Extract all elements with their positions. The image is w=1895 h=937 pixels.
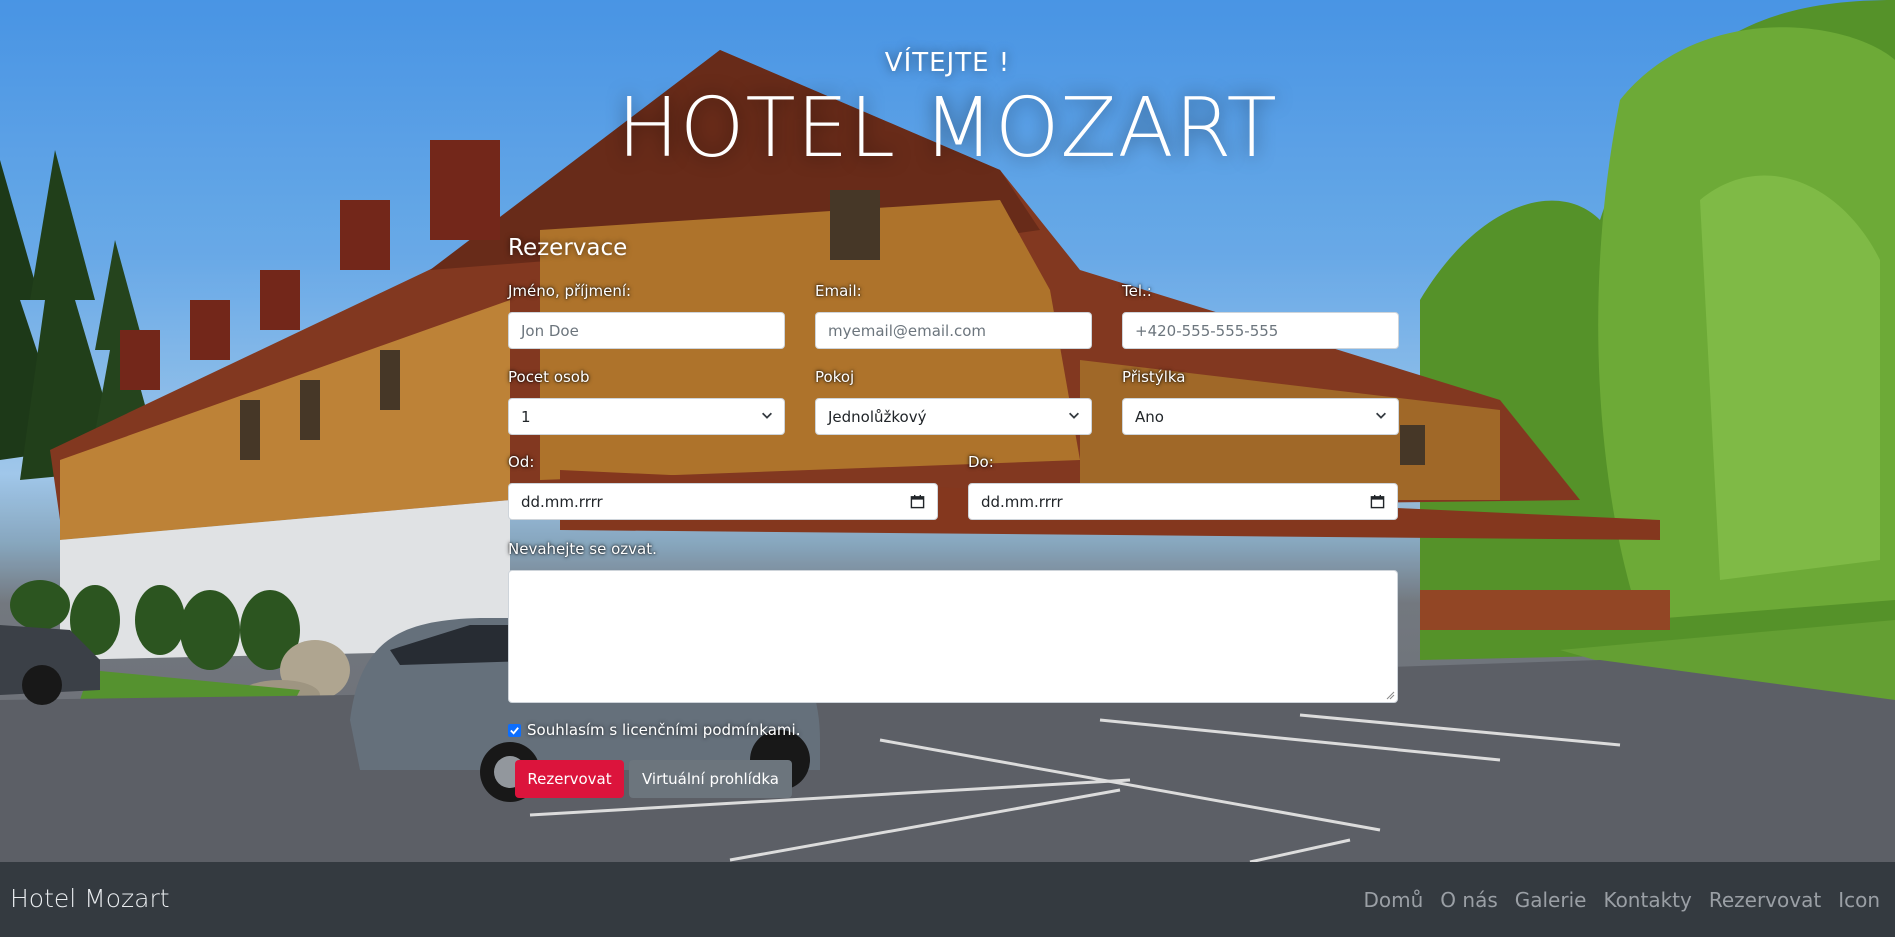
chevron-down-icon bbox=[1376, 412, 1386, 419]
email-placeholder: myemail@email.com bbox=[828, 321, 987, 340]
name-label: Jméno, příjmení: bbox=[508, 282, 632, 300]
email-label: Email: bbox=[815, 282, 862, 300]
from-date-placeholder: dd.mm.rrrr bbox=[521, 492, 603, 511]
name-placeholder: Jon Doe bbox=[521, 321, 579, 340]
nav-link-gallery[interactable]: Galerie bbox=[1515, 888, 1587, 912]
extrabed-label: Přistýlka bbox=[1122, 368, 1186, 386]
nav-link-reserve[interactable]: Rezervovat bbox=[1709, 888, 1821, 912]
chevron-down-icon bbox=[1069, 412, 1079, 419]
to-date-input[interactable]: dd.mm.rrrr bbox=[968, 483, 1398, 520]
reserve-button[interactable]: Rezervovat bbox=[515, 760, 624, 798]
name-input[interactable]: Jon Doe bbox=[508, 312, 785, 349]
chevron-down-icon bbox=[762, 412, 772, 419]
room-select[interactable]: Jednolůžkový bbox=[815, 398, 1092, 435]
from-date-input[interactable]: dd.mm.rrrr bbox=[508, 483, 938, 520]
footer-navbar: Hotel Mozart Domů O nás Galerie Kontakty… bbox=[0, 862, 1895, 937]
persons-value: 1 bbox=[521, 407, 531, 426]
consent-label: Souhlasím s licenčními podmínkami. bbox=[527, 721, 801, 739]
email-input[interactable]: myemail@email.com bbox=[815, 312, 1092, 349]
to-date-placeholder: dd.mm.rrrr bbox=[981, 492, 1063, 511]
room-label: Pokoj bbox=[815, 368, 855, 386]
virtual-tour-button[interactable]: Virtuální prohlídka bbox=[629, 760, 792, 798]
to-date-label: Do: bbox=[968, 453, 994, 471]
resize-grip-icon[interactable] bbox=[1385, 690, 1395, 700]
consent-checkbox[interactable] bbox=[508, 724, 521, 737]
phone-placeholder: +420-555-555-555 bbox=[1135, 321, 1279, 340]
from-date-label: Od: bbox=[508, 453, 535, 471]
nav-link-home[interactable]: Domů bbox=[1364, 888, 1424, 912]
navbar-links: Domů O nás Galerie Kontakty Rezervovat I… bbox=[1364, 888, 1881, 912]
message-label: Nevahejte se ozvat. bbox=[508, 540, 657, 558]
calendar-icon[interactable] bbox=[1370, 494, 1385, 509]
reservation-form-title: Rezervace bbox=[508, 235, 628, 261]
nav-link-contacts[interactable]: Kontakty bbox=[1603, 888, 1691, 912]
extrabed-value: Ano bbox=[1135, 407, 1164, 426]
hotel-title: HOTEL MOZART bbox=[617, 81, 1278, 176]
nav-link-about[interactable]: O nás bbox=[1440, 888, 1497, 912]
message-textarea[interactable] bbox=[508, 570, 1398, 703]
persons-label: Pocet osob bbox=[508, 368, 590, 386]
calendar-icon[interactable] bbox=[910, 494, 925, 509]
extrabed-select[interactable]: Ano bbox=[1122, 398, 1399, 435]
hero-section: VÍTEJTE ! HOTEL MOZART Rezervace Jméno, … bbox=[0, 0, 1895, 862]
checkmark-icon bbox=[510, 727, 519, 735]
phone-input[interactable]: +420-555-555-555 bbox=[1122, 312, 1399, 349]
welcome-heading: VÍTEJTE ! bbox=[884, 48, 1011, 78]
persons-select[interactable]: 1 bbox=[508, 398, 785, 435]
nav-link-icon[interactable]: Icon bbox=[1838, 888, 1880, 912]
phone-label: Tel.: bbox=[1122, 282, 1152, 300]
room-value: Jednolůžkový bbox=[828, 407, 927, 426]
navbar-brand[interactable]: Hotel Mozart bbox=[10, 884, 170, 913]
